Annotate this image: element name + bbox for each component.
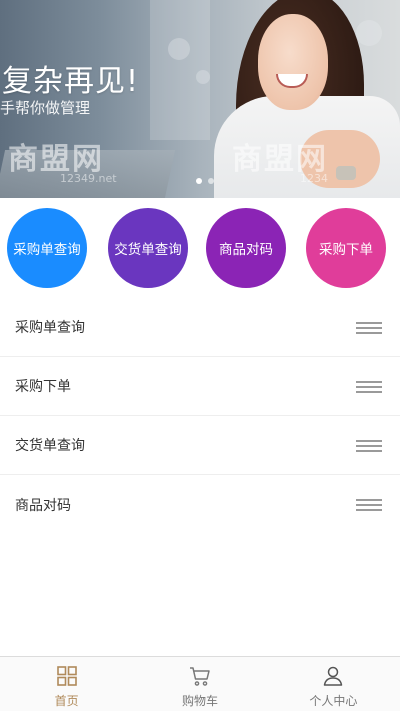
menu-item-label: 商品对码 <box>15 497 71 514</box>
tab-cart[interactable]: 购物车 <box>133 657 266 711</box>
grid-home-icon <box>56 666 77 686</box>
menu-list: 采购单查询 采购下单 交货单查询 商品对码 <box>0 298 400 534</box>
menu-item-label: 采购下单 <box>15 379 71 395</box>
tab-label: 个人中心 <box>309 694 358 708</box>
drag-handle-icon[interactable] <box>356 499 382 511</box>
quick-action-purchase-order-query[interactable]: 采购单查询 <box>7 208 87 288</box>
quick-action-row: 采购单查询 交货单查询 商品对码 采购下单 <box>0 208 400 288</box>
drag-handle-icon[interactable] <box>356 440 382 452</box>
drag-handle-icon[interactable] <box>356 381 382 393</box>
drag-handle-icon[interactable] <box>356 322 382 334</box>
tab-label: 购物车 <box>181 694 218 708</box>
quick-action-label: 采购单查询 <box>13 242 81 258</box>
menu-item-purchase-order-query[interactable]: 采购单查询 <box>0 298 400 357</box>
menu-item-delivery-order-query[interactable]: 交货单查询 <box>0 416 400 475</box>
tab-profile[interactable]: 个人中心 <box>267 657 400 711</box>
watermark-url: 12349.net <box>60 172 117 185</box>
quick-action-label: 采购下单 <box>319 242 373 258</box>
quick-action-delivery-order-query[interactable]: 交货单查询 <box>108 208 188 288</box>
carousel-dot[interactable] <box>196 178 202 184</box>
menu-item-place-purchase-order[interactable]: 采购下单 <box>0 357 400 416</box>
quick-action-label: 交货单查询 <box>114 242 182 258</box>
bottom-tab-bar: 首页 购物车 个人中心 <box>0 656 400 711</box>
shopping-cart-icon <box>189 667 210 686</box>
carousel-indicator[interactable] <box>196 178 214 184</box>
person-face <box>258 14 328 110</box>
hero-banner[interactable]: 复杂再见! 手帮你做管理 商盟网 12349.net 商盟网 1234 <box>0 0 400 198</box>
user-icon <box>324 666 343 686</box>
carousel-dot[interactable] <box>208 178 214 184</box>
tab-label: 首页 <box>54 694 79 708</box>
bokeh-light <box>196 70 210 84</box>
bokeh-light <box>356 20 382 46</box>
quick-action-place-purchase-order[interactable]: 采购下单 <box>306 208 386 288</box>
tab-home[interactable]: 首页 <box>0 657 133 711</box>
menu-item-label: 交货单查询 <box>15 438 85 454</box>
banner-subtitle: 手帮你做管理 <box>0 99 91 117</box>
quick-action-label: 商品对码 <box>219 242 273 258</box>
menu-item-label: 采购单查询 <box>15 320 85 336</box>
wristwatch <box>336 166 356 180</box>
menu-item-product-code-match[interactable]: 商品对码 <box>0 475 400 534</box>
quick-action-product-code-match[interactable]: 商品对码 <box>206 208 286 288</box>
bokeh-light <box>168 38 190 60</box>
banner-title: 复杂再见! <box>2 64 140 99</box>
watermark-url: 1234 <box>300 172 328 185</box>
